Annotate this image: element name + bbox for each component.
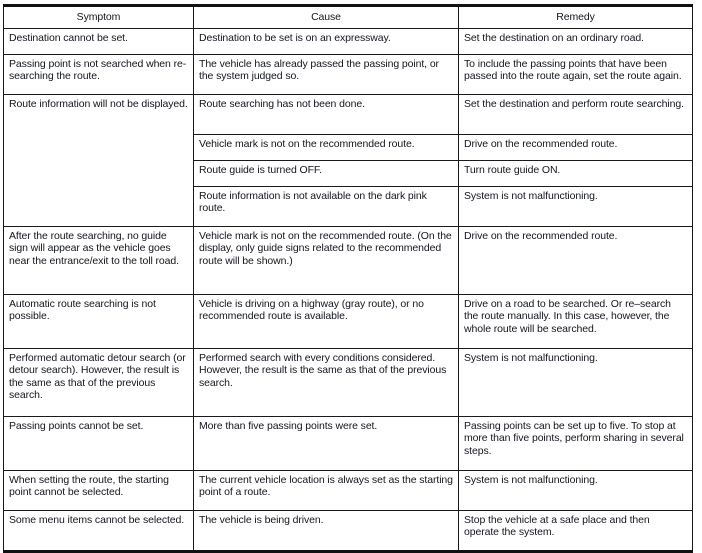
cell-remedy: Turn route guide ON. bbox=[458, 159, 693, 187]
cell-cause: Vehicle is driving on a highway (gray ro… bbox=[193, 293, 459, 349]
table-row: Automatic route searching is not possibl… bbox=[3, 293, 693, 349]
cell-cause: More than five passing points were set. bbox=[193, 415, 459, 471]
table-row: Passing point is not searched when re-se… bbox=[3, 53, 693, 95]
table-row: Passing points cannot be set. More than f… bbox=[3, 415, 693, 471]
cell-remedy: System is not malfunctioning. bbox=[458, 347, 693, 417]
table-row: Performed automatic detour search (or de… bbox=[3, 347, 693, 417]
cell-remedy: Drive on the recommended route. bbox=[458, 133, 693, 161]
table-body: Destination cannot be set. Destination to… bbox=[3, 27, 693, 553]
cell-remedy: System is not malfunctioning. bbox=[458, 185, 693, 227]
cell-remedy: Stop the vehicle at a safe place and the… bbox=[458, 509, 693, 553]
table-header: Symptom Cause Remedy bbox=[3, 4, 693, 29]
table-row: When setting the route, the starting poi… bbox=[3, 469, 693, 511]
cell-cause: Performed search with every conditions c… bbox=[193, 347, 459, 417]
cell-remedy: Set the destination on an ordinary road. bbox=[458, 27, 693, 55]
column-header-symptom: Symptom bbox=[3, 4, 194, 29]
table-row: Destination cannot be set. Destination to… bbox=[3, 27, 693, 55]
column-header-remedy: Remedy bbox=[458, 4, 693, 29]
cell-cause: Vehicle mark is not on the recommended r… bbox=[193, 133, 459, 161]
cell-symptom: Performed automatic detour search (or de… bbox=[3, 347, 194, 417]
cell-remedy: Drive on the recommended route. bbox=[458, 225, 693, 295]
cell-symptom: Passing points cannot be set. bbox=[3, 415, 194, 471]
cell-remedy: Drive on a road to be searched. Or re–se… bbox=[458, 293, 693, 349]
cell-remedy: Passing points can be set up to five. To… bbox=[458, 415, 693, 471]
cell-symptom: After the route searching, no guide sign… bbox=[3, 225, 194, 295]
cell-cause: Destination to be set is on an expresswa… bbox=[193, 27, 459, 55]
cell-symptom: Some menu items cannot be selected. bbox=[3, 509, 194, 553]
table-row: Some menu items cannot be selected. The v… bbox=[3, 509, 693, 553]
table-row: After the route searching, no guide sign… bbox=[3, 225, 693, 295]
cell-remedy: Set the destination and perform route se… bbox=[458, 93, 693, 135]
cell-symptom: Route information will not be displayed. bbox=[3, 93, 194, 227]
cell-remedy: To include the passing points that have … bbox=[458, 53, 693, 95]
page-container: Symptom Cause Remedy Destination cannot … bbox=[0, 0, 702, 553]
cell-remedy: System is not malfunctioning. bbox=[458, 469, 693, 511]
header-row: Symptom Cause Remedy bbox=[3, 4, 693, 29]
cell-cause: The current vehicle location is always s… bbox=[193, 469, 459, 511]
cell-cause: Route information is not available on th… bbox=[193, 185, 459, 227]
column-header-cause: Cause bbox=[193, 4, 459, 29]
troubleshooting-table: Symptom Cause Remedy Destination cannot … bbox=[3, 4, 693, 553]
cell-symptom: Automatic route searching is not possibl… bbox=[3, 293, 194, 349]
table-row: Route information will not be displayed.… bbox=[3, 93, 693, 227]
cell-cause: Route guide is turned OFF. bbox=[193, 159, 459, 187]
cell-symptom: Passing point is not searched when re-se… bbox=[3, 53, 194, 95]
cell-symptom: When setting the route, the starting poi… bbox=[3, 469, 194, 511]
cell-cause: The vehicle has already passed the passi… bbox=[193, 53, 459, 95]
cell-symptom: Destination cannot be set. bbox=[3, 27, 194, 55]
cell-cause: The vehicle is being driven. bbox=[193, 509, 459, 553]
cell-cause: Vehicle mark is not on the recommended r… bbox=[193, 225, 459, 295]
cell-cause: Route searching has not been done. bbox=[193, 93, 459, 135]
